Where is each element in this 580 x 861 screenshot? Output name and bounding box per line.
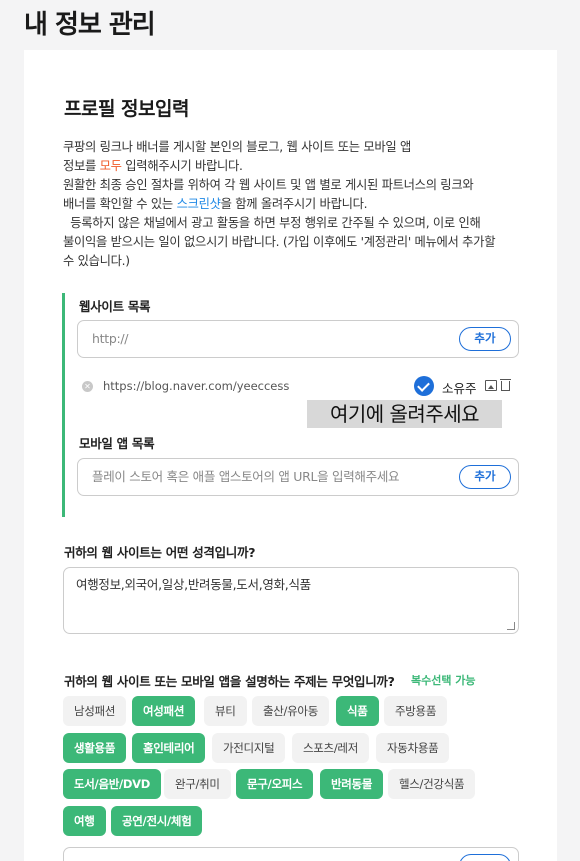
- remove-circle-icon[interactable]: ✕: [82, 381, 93, 392]
- topic-chip-selected[interactable]: 공연/전시/체험: [111, 806, 203, 836]
- intro-line-5: 등록하지 않은 채널에서 광고 활동을 하면 부정 행위로 간주될 수 있으며,…: [63, 216, 481, 230]
- multi-select-note: 복수선택 가능: [411, 674, 476, 687]
- intro-line-4-a: 배너를 확인할 수 있는: [63, 197, 177, 211]
- website-list-label: 웹사이트 목록: [79, 299, 151, 314]
- intro-line-1: 쿠팡의 링크나 배너를 게시할 본인의 블로그, 웹 사이트 또는 모바일 앱: [63, 140, 412, 154]
- add-website-button[interactable]: 추가: [459, 327, 511, 351]
- owner-label: 소유주: [442, 381, 477, 396]
- topic-chip[interactable]: 출산/유아동: [252, 696, 329, 726]
- intro-line-2-b: 입력해주시기 바랍니다.: [121, 159, 243, 173]
- website-url-placeholder: http://: [92, 331, 129, 346]
- topics-question: 귀하의 웹 사이트 또는 모바일 앱을 설명하는 주제는 무엇입니까?: [64, 674, 395, 689]
- topic-chip-selected[interactable]: 문구/오피스: [236, 769, 314, 799]
- website-item-url[interactable]: https://blog.naver.com/yeeccess: [103, 379, 289, 393]
- check-circle-icon[interactable]: [414, 376, 434, 396]
- topic-chip[interactable]: 스포츠/레저: [292, 733, 369, 763]
- website-url-field[interactable]: http:// 추가: [77, 320, 519, 358]
- intro-line-6: 불이익을 받으시는 일이 없으시기 바랍니다. (가입 이후에도 '계정관리' …: [63, 235, 496, 249]
- topic-chip-selected[interactable]: 도서/음반/DVD: [63, 769, 162, 799]
- topic-chip[interactable]: 뷰티: [204, 696, 247, 726]
- intro-line-7: 수 있습니다.): [63, 254, 130, 268]
- topic-chip[interactable]: 가전디지털: [212, 733, 286, 763]
- topic-chip-selected[interactable]: 여행: [63, 806, 106, 836]
- intro-highlight-all: 모두: [99, 159, 122, 173]
- topic-chip-selected[interactable]: 식품: [336, 696, 379, 726]
- section-title: 프로필 정보입력: [64, 98, 189, 120]
- intro-line-2: 정보를 모두 입력해주시기 바랍니다.: [63, 157, 533, 176]
- topic-chip-selected[interactable]: 여성패션: [132, 696, 196, 726]
- partial-add-button[interactable]: [459, 854, 511, 861]
- add-mobile-app-button[interactable]: 추가: [459, 465, 511, 489]
- intro-line-3: 원활한 최종 승인 절차를 위하여 각 웹 사이트 및 앱 별로 게시된 파트너…: [63, 178, 474, 192]
- site-nature-question: 귀하의 웹 사이트는 어떤 성격입니까?: [64, 545, 256, 560]
- image-upload-icon[interactable]: [485, 380, 497, 391]
- screenshot-link[interactable]: 스크린샷: [177, 197, 221, 211]
- page-title: 내 정보 관리: [24, 10, 156, 40]
- resize-handle-icon[interactable]: [507, 622, 515, 630]
- mobile-app-list-label: 모바일 앱 목록: [79, 436, 155, 451]
- topic-chip-selected[interactable]: 홈인테리어: [132, 733, 206, 763]
- website-list-item: ✕ https://blog.naver.com/yeeccess 소유주: [82, 376, 522, 398]
- intro-text: 쿠팡의 링크나 배너를 게시할 본인의 블로그, 웹 사이트 또는 모바일 앱 …: [63, 138, 533, 271]
- mobile-app-url-field[interactable]: 플레이 스토어 혹은 애플 앱스토어의 앱 URL을 입력해주세요 추가: [77, 458, 519, 496]
- intro-line-2-a: 정보를: [63, 159, 100, 173]
- intro-line-4-b: 을 함께 올려주시기 바랍니다.: [220, 197, 368, 211]
- site-nature-value: 여행정보,외국어,일상,반려동물,도서,영화,식품: [76, 577, 311, 592]
- topic-chip-selected[interactable]: 생활용품: [63, 733, 127, 763]
- channel-section-marker: [62, 293, 65, 517]
- topic-chip-selected[interactable]: 반려동물: [320, 769, 384, 799]
- profile-card: 프로필 정보입력 쿠팡의 링크나 배너를 게시할 본인의 블로그, 웹 사이트 …: [24, 50, 557, 861]
- mobile-app-url-placeholder: 플레이 스토어 혹은 애플 앱스토어의 앱 URL을 입력해주세요: [92, 469, 400, 484]
- trash-icon[interactable]: [500, 379, 511, 391]
- intro-line-4: 배너를 확인할 수 있는 스크린샷을 함께 올려주시기 바랍니다.: [63, 195, 533, 214]
- topic-chip[interactable]: 완구/취미: [164, 769, 231, 799]
- next-field-partial[interactable]: [63, 847, 519, 861]
- topic-chip[interactable]: 헬스/건강식품: [388, 769, 476, 799]
- topic-chip[interactable]: 주방용품: [384, 696, 448, 726]
- topic-chip[interactable]: 남성패션: [63, 696, 127, 726]
- upload-note: 여기에 올려주세요: [307, 400, 502, 428]
- site-nature-textarea[interactable]: 여행정보,외국어,일상,반려동물,도서,영화,식품: [63, 567, 519, 634]
- topic-chip[interactable]: 자동차용품: [376, 733, 450, 763]
